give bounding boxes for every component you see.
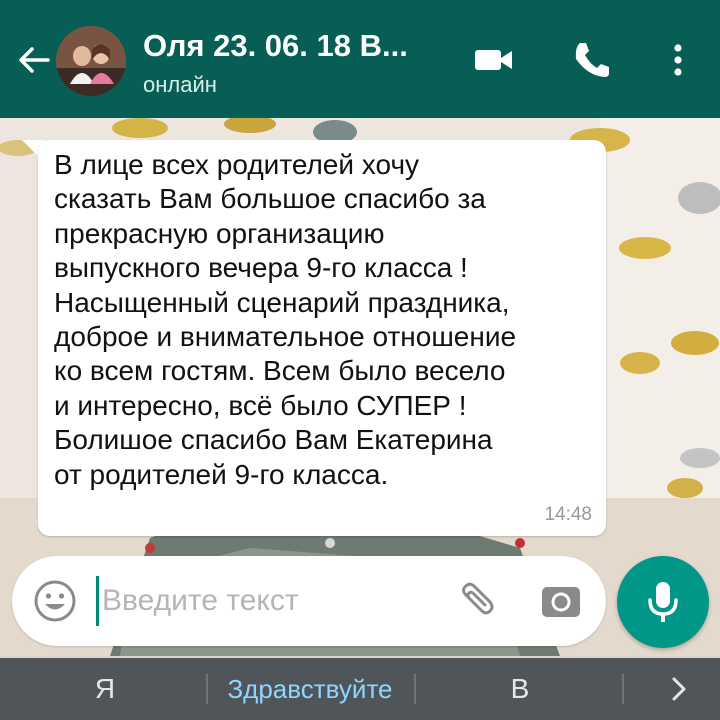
incoming-message[interactable]: В лице всех родителей хочу сказать Вам б… (38, 140, 606, 536)
phone-icon[interactable] (570, 38, 614, 82)
suggestion-item[interactable]: Здравствуйте (210, 658, 410, 720)
message-line: от родителей 9-го класса. (54, 458, 389, 490)
chat-header: Оля 23. 06. 18 В... онлайн (0, 0, 720, 118)
attach-icon[interactable] (452, 578, 498, 624)
divider (622, 674, 624, 704)
message-line: В лице всех родителей хочу (54, 149, 420, 180)
chevron-right-icon[interactable] (664, 673, 694, 705)
suggestion-item[interactable]: В (445, 658, 595, 720)
voice-record-button[interactable] (617, 556, 709, 648)
message-line: выпускного вечера 9-го класса ! (54, 252, 468, 284)
video-call-icon[interactable] (472, 38, 516, 82)
message-line: и интересно, всё было СУПЕР ! (54, 389, 467, 421)
message-time: 14:48 (544, 504, 592, 525)
message-input[interactable] (102, 574, 432, 628)
avatar[interactable] (56, 26, 126, 96)
divider (414, 674, 416, 704)
text-cursor (96, 576, 99, 626)
keyboard-suggestion-bar: Я Здравствуйте В (0, 658, 720, 720)
message-line: доброе и внимательное отношение (54, 321, 517, 353)
divider (206, 674, 208, 704)
mic-icon (648, 582, 678, 622)
emoji-icon[interactable] (32, 578, 78, 624)
message-line: ко всем гостям. Всем было весело (54, 355, 506, 387)
back-arrow-icon[interactable] (14, 40, 54, 80)
more-vert-icon[interactable] (656, 38, 700, 82)
message-line: Болишое спасибо Вам Екатерина (54, 424, 493, 456)
message-line: сказать Вам большое спасибо за (54, 183, 486, 215)
message-composer (12, 556, 606, 646)
contact-status: онлайн (143, 72, 217, 97)
message-line: Насыщенный сценарий праздника, (54, 286, 510, 318)
suggestion-item[interactable]: Я (30, 658, 180, 720)
message-text: В лице всех родителей хочу сказать Вам б… (54, 148, 594, 492)
message-line: прекрасную организацию (54, 217, 385, 249)
camera-icon[interactable] (538, 578, 584, 624)
contact-name[interactable]: Оля 23. 06. 18 В... (143, 28, 408, 64)
